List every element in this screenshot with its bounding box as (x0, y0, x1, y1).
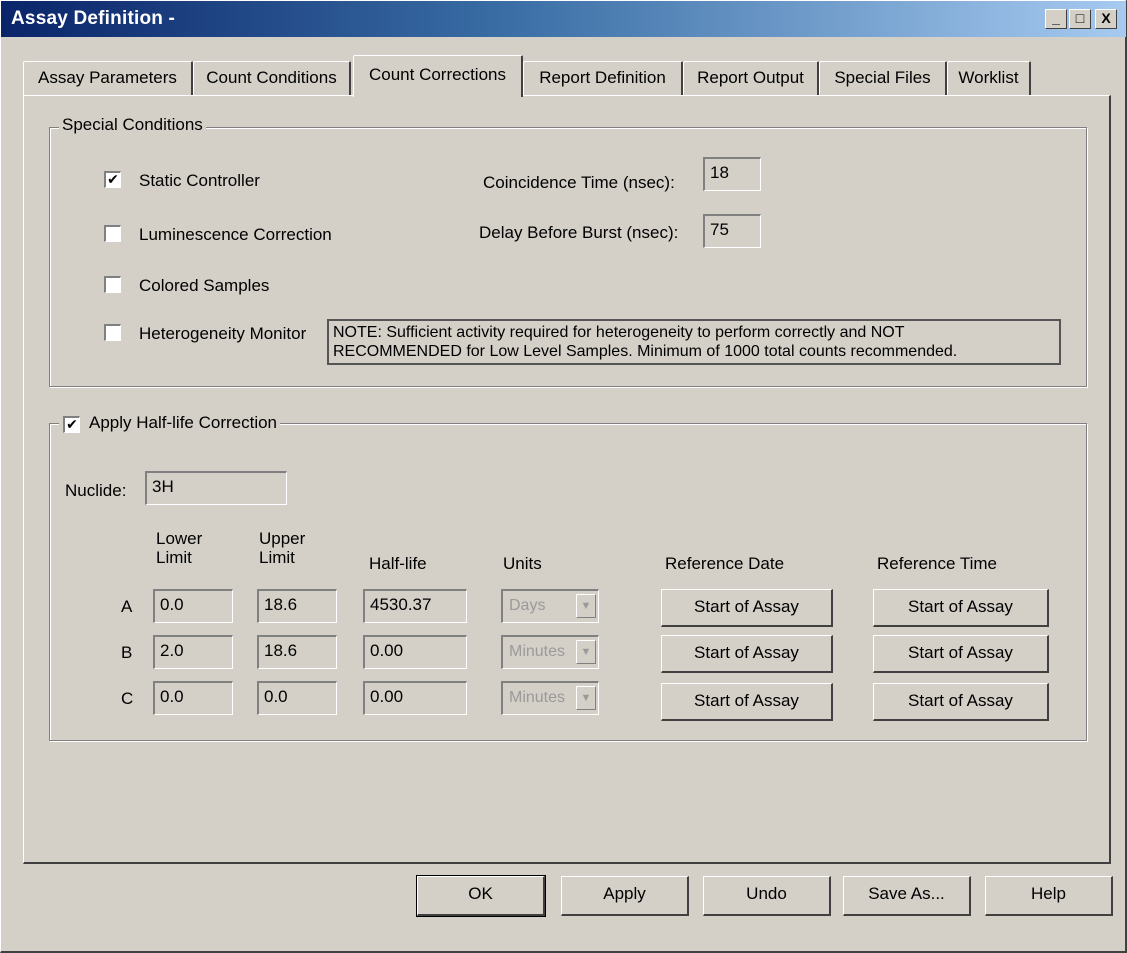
half-life-header: Half-life (369, 554, 427, 573)
upper-limit-header-2: Limit (259, 548, 295, 567)
maximize-button[interactable]: □ (1069, 9, 1091, 29)
colored-samples-label: Colored Samples (139, 276, 270, 295)
row-c-units-value: Minutes (509, 689, 566, 706)
row-b-upper-limit[interactable]: 18.6 (257, 635, 337, 669)
note-line-2: RECOMMENDED for Low Level Samples. Minim… (333, 343, 958, 360)
tab-count-corrections[interactable]: Count Corrections (353, 55, 523, 97)
row-a-units-value: Days (509, 597, 546, 614)
undo-button[interactable]: Undo (703, 876, 831, 916)
row-a-reference-date-button[interactable]: Start of Assay (661, 589, 833, 627)
chevron-down-icon[interactable]: ▼ (576, 640, 596, 664)
coincidence-time-label: Coincidence Time (nsec): (483, 173, 675, 192)
row-a-reference-time-button[interactable]: Start of Assay (873, 589, 1049, 627)
lower-limit-header-2: Limit (156, 548, 192, 567)
row-b-reference-date-button[interactable]: Start of Assay (661, 635, 833, 673)
delay-before-burst-field[interactable]: 75 (703, 214, 761, 248)
ok-button[interactable]: OK (416, 875, 546, 917)
half-life-legend: Apply Half-life Correction (59, 413, 281, 433)
row-a-half-life[interactable]: 4530.37 (363, 589, 467, 623)
row-c-reference-time-button[interactable]: Start of Assay (873, 683, 1049, 721)
title-bar[interactable]: Assay Definition - _ □ X (1, 1, 1126, 37)
help-button[interactable]: Help (985, 876, 1113, 916)
lower-limit-header-1: Lower (156, 529, 203, 548)
chevron-down-icon[interactable]: ▼ (576, 686, 596, 710)
row-a-upper-limit[interactable]: 18.6 (257, 589, 337, 623)
row-c-upper-limit[interactable]: 0.0 (257, 681, 337, 715)
luminescence-correction-label: Luminescence Correction (139, 225, 332, 244)
nuclide-label: Nuclide: (65, 481, 127, 500)
window-title: Assay Definition - (11, 8, 176, 29)
assay-definition-window: Assay Definition - _ □ X Assay Parameter… (0, 0, 1127, 953)
row-b-label: B (121, 643, 133, 662)
tab-count-conditions[interactable]: Count Conditions (193, 61, 351, 95)
heterogeneity-monitor-checkbox[interactable] (104, 324, 121, 341)
heterogeneity-note: NOTE: Sufficient activity required for h… (327, 319, 1061, 365)
coincidence-time-field[interactable]: 18 (703, 157, 761, 191)
row-b-reference-time-button[interactable]: Start of Assay (873, 635, 1049, 673)
reference-date-header: Reference Date (665, 554, 785, 573)
row-b-units-value: Minutes (509, 643, 566, 660)
close-button[interactable]: X (1095, 9, 1117, 29)
reference-time-header: Reference Time (877, 554, 997, 573)
row-b-half-life[interactable]: 0.00 (363, 635, 467, 669)
tab-report-output[interactable]: Report Output (683, 61, 819, 95)
row-c-reference-date-button[interactable]: Start of Assay (661, 683, 833, 721)
row-b-units-dropdown[interactable]: Minutes ▼ (501, 635, 599, 669)
row-b-lower-limit[interactable]: 2.0 (153, 635, 233, 669)
row-c-lower-limit[interactable]: 0.0 (153, 681, 233, 715)
luminescence-correction-checkbox[interactable] (104, 225, 121, 242)
tab-report-definition[interactable]: Report Definition (523, 61, 683, 95)
static-controller-label: Static Controller (139, 171, 260, 190)
special-conditions-legend: Special Conditions (59, 115, 206, 135)
row-a-label: A (121, 597, 133, 616)
row-a-lower-limit[interactable]: 0.0 (153, 589, 233, 623)
apply-button[interactable]: Apply (561, 876, 689, 916)
row-a-units-dropdown[interactable]: Days ▼ (501, 589, 599, 623)
upper-limit-header-1: Upper (259, 529, 306, 548)
save-as-button[interactable]: Save As... (843, 876, 971, 916)
row-c-half-life[interactable]: 0.00 (363, 681, 467, 715)
nuclide-field[interactable]: 3H (145, 471, 287, 505)
delay-before-burst-label: Delay Before Burst (nsec): (479, 223, 679, 242)
tab-worklist[interactable]: Worklist (947, 61, 1031, 95)
chevron-down-icon[interactable]: ▼ (576, 594, 596, 618)
half-life-checkbox[interactable]: ✔ (63, 416, 80, 433)
units-header: Units (503, 554, 542, 573)
tab-assay-parameters[interactable]: Assay Parameters (23, 61, 193, 95)
colored-samples-checkbox[interactable] (104, 276, 121, 293)
heterogeneity-monitor-label: Heterogeneity Monitor (139, 324, 307, 343)
tab-special-files[interactable]: Special Files (819, 61, 947, 95)
row-c-units-dropdown[interactable]: Minutes ▼ (501, 681, 599, 715)
row-c-label: C (121, 689, 134, 708)
note-line-1: NOTE: Sufficient activity required for h… (333, 324, 905, 341)
minimize-button[interactable]: _ (1045, 9, 1067, 29)
static-controller-checkbox[interactable]: ✔ (104, 171, 121, 188)
